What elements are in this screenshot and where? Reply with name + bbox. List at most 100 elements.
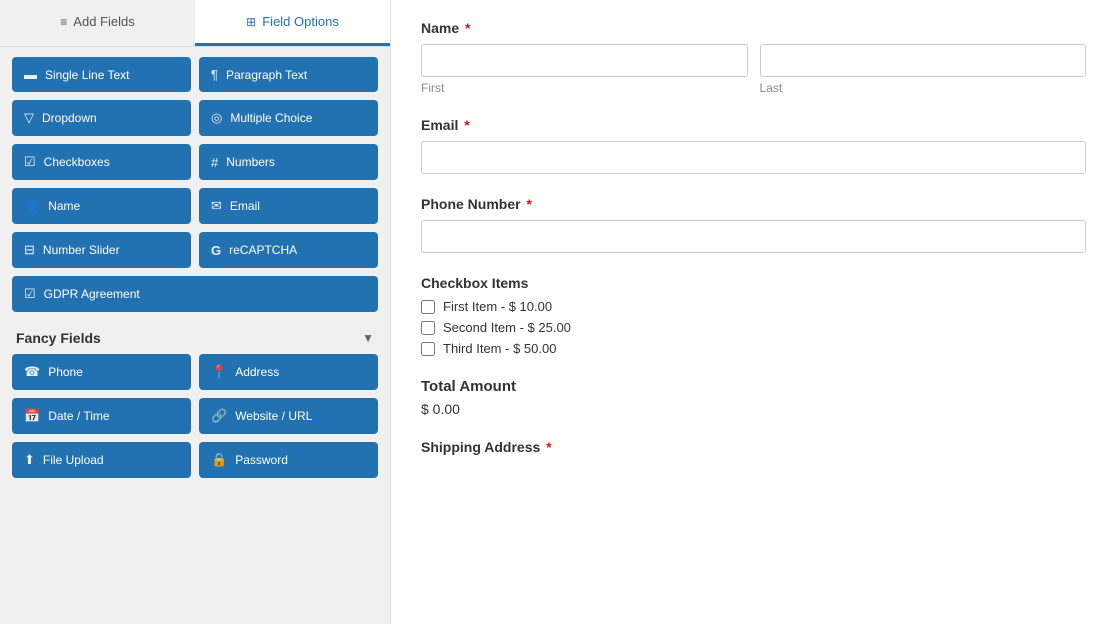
field-btn-gdpr[interactable]: ☑ GDPR Agreement: [12, 276, 378, 312]
tab-field-options-label: Field Options: [262, 14, 339, 29]
email-required-star: *: [460, 117, 469, 133]
checkbox-item1-label: First Item - $ 10.00: [443, 299, 552, 314]
shipping-required-star: *: [542, 439, 551, 455]
checkboxes-label: Checkboxes: [44, 155, 110, 169]
date-time-icon: 📅: [24, 408, 40, 424]
last-name-sublabel: Last: [760, 81, 1087, 95]
checkboxes-icon: ☑: [24, 154, 36, 170]
list-item: Second Item - $ 25.00: [421, 320, 1086, 335]
number-slider-label: Number Slider: [43, 243, 120, 257]
single-line-text-label: Single Line Text: [45, 68, 130, 82]
checkbox-item1[interactable]: [421, 300, 435, 314]
fancy-fields-section-header[interactable]: Fancy Fields ▼: [12, 320, 378, 354]
field-btn-name[interactable]: 👤 Name: [12, 188, 191, 224]
fancy-fields-label: Fancy Fields: [16, 330, 101, 346]
add-fields-icon: ≡: [60, 15, 67, 29]
checkbox-item3-label: Third Item - $ 50.00: [443, 341, 556, 356]
checkbox-items-label: Checkbox Items: [421, 275, 1086, 291]
address-label: Address: [235, 365, 279, 379]
dropdown-label: Dropdown: [42, 111, 97, 125]
field-options-icon: ⊞: [246, 15, 256, 29]
checkbox-item2[interactable]: [421, 321, 435, 335]
checkbox-item2-label: Second Item - $ 25.00: [443, 320, 571, 335]
field-btn-phone[interactable]: ☎ Phone: [12, 354, 191, 390]
field-btn-address[interactable]: 📍 Address: [199, 354, 378, 390]
dropdown-icon: ▽: [24, 110, 34, 126]
name-label: Name: [48, 199, 80, 213]
field-btn-date-time[interactable]: 📅 Date / Time: [12, 398, 191, 434]
field-btn-recaptcha[interactable]: G reCAPTCHA: [199, 232, 378, 268]
phone-icon: ☎: [24, 364, 40, 380]
checkbox-items-list: First Item - $ 10.00 Second Item - $ 25.…: [421, 299, 1086, 356]
fancy-fields-chevron: ▼: [362, 331, 374, 345]
tab-add-fields[interactable]: ≡ Add Fields: [0, 0, 195, 46]
last-name-col: Last: [760, 44, 1087, 95]
total-amount-group: Total Amount $ 0.00: [421, 378, 1086, 417]
tabs-bar: ≡ Add Fields ⊞ Field Options: [0, 0, 390, 47]
phone-label: Phone: [48, 365, 83, 379]
standard-fields-grid: ▬ Single Line Text ¶ Paragraph Text ▽ Dr…: [12, 57, 378, 268]
tab-add-fields-label: Add Fields: [73, 14, 134, 29]
name-required-star: *: [461, 20, 470, 36]
tab-field-options[interactable]: ⊞ Field Options: [195, 0, 390, 46]
email-input[interactable]: [421, 141, 1086, 174]
field-btn-numbers[interactable]: # Numbers: [199, 144, 378, 180]
password-icon: 🔒: [211, 452, 227, 468]
field-btn-single-line-text[interactable]: ▬ Single Line Text: [12, 57, 191, 92]
single-line-text-icon: ▬: [24, 67, 37, 82]
phone-input[interactable]: [421, 220, 1086, 253]
field-btn-file-upload[interactable]: ⬆ File Upload: [12, 442, 191, 478]
name-icon: 👤: [24, 198, 40, 214]
first-name-col: First: [421, 44, 748, 95]
fancy-fields-grid: ☎ Phone 📍 Address 📅 Date / Time 🔗 Websit…: [12, 354, 378, 478]
website-url-label: Website / URL: [235, 409, 312, 423]
paragraph-text-label: Paragraph Text: [226, 68, 307, 82]
list-item: First Item - $ 10.00: [421, 299, 1086, 314]
website-url-icon: 🔗: [211, 408, 227, 424]
checkbox-item3[interactable]: [421, 342, 435, 356]
field-btn-multiple-choice[interactable]: ◎ Multiple Choice: [199, 100, 378, 136]
number-slider-icon: ⊟: [24, 242, 35, 258]
email-field-label: Email *: [421, 117, 1086, 133]
first-name-sublabel: First: [421, 81, 748, 95]
total-amount-label: Total Amount: [421, 378, 1086, 395]
field-btn-password[interactable]: 🔒 Password: [199, 442, 378, 478]
fields-container: ▬ Single Line Text ¶ Paragraph Text ▽ Dr…: [0, 47, 390, 624]
phone-field-group: Phone Number *: [421, 196, 1086, 253]
first-name-input[interactable]: [421, 44, 748, 77]
field-btn-dropdown[interactable]: ▽ Dropdown: [12, 100, 191, 136]
multiple-choice-icon: ◎: [211, 110, 222, 126]
address-icon: 📍: [211, 364, 227, 380]
date-time-label: Date / Time: [48, 409, 109, 423]
recaptcha-icon: G: [211, 243, 221, 258]
password-label: Password: [235, 453, 288, 467]
field-btn-email[interactable]: ✉ Email: [199, 188, 378, 224]
field-btn-checkboxes[interactable]: ☑ Checkboxes: [12, 144, 191, 180]
numbers-icon: #: [211, 155, 218, 170]
field-btn-number-slider[interactable]: ⊟ Number Slider: [12, 232, 191, 268]
email-icon: ✉: [211, 198, 222, 214]
phone-field-label: Phone Number *: [421, 196, 1086, 212]
phone-required-star: *: [523, 196, 532, 212]
field-btn-website-url[interactable]: 🔗 Website / URL: [199, 398, 378, 434]
left-panel: ≡ Add Fields ⊞ Field Options ▬ Single Li…: [0, 0, 390, 624]
shipping-address-group: Shipping Address *: [421, 439, 1086, 455]
total-amount-value: $ 0.00: [421, 401, 1086, 417]
numbers-label: Numbers: [226, 155, 275, 169]
recaptcha-label: reCAPTCHA: [229, 243, 297, 257]
file-upload-label: File Upload: [43, 453, 104, 467]
name-row: First Last: [421, 44, 1086, 95]
gdpr-icon: ☑: [24, 286, 36, 302]
gdpr-label: GDPR Agreement: [44, 287, 140, 301]
shipping-address-label: Shipping Address *: [421, 439, 1086, 455]
list-item: Third Item - $ 50.00: [421, 341, 1086, 356]
form-preview-panel: Name * First Last Email * Phone Number *…: [390, 0, 1116, 624]
email-field-group: Email *: [421, 117, 1086, 174]
email-label: Email: [230, 199, 260, 213]
checkbox-items-group: Checkbox Items First Item - $ 10.00 Seco…: [421, 275, 1086, 356]
field-btn-paragraph-text[interactable]: ¶ Paragraph Text: [199, 57, 378, 92]
paragraph-text-icon: ¶: [211, 67, 218, 82]
multiple-choice-label: Multiple Choice: [230, 111, 312, 125]
last-name-input[interactable]: [760, 44, 1087, 77]
file-upload-icon: ⬆: [24, 452, 35, 468]
